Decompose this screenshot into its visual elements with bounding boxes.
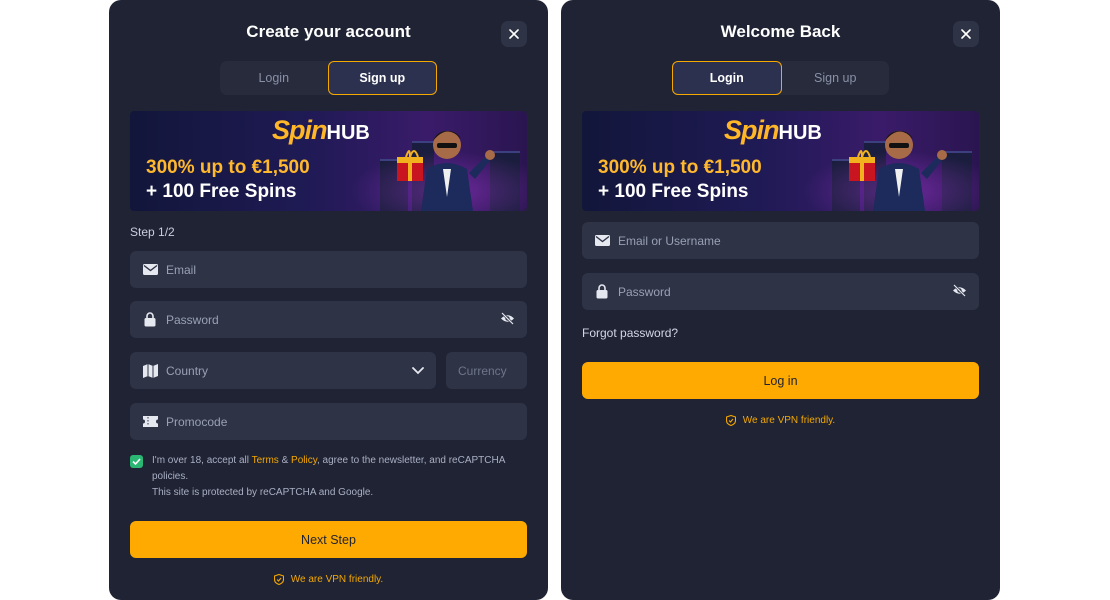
username-field[interactable]: Email or Username <box>582 222 979 259</box>
tab-login[interactable]: Login <box>220 61 328 95</box>
recaptcha-note: This site is protected by reCAPTCHA and … <box>152 487 374 498</box>
country-select[interactable]: Country <box>130 352 436 389</box>
signup-title: Create your account <box>246 22 411 41</box>
currency-placeholder: Currency <box>458 363 507 378</box>
tab-login[interactable]: Login <box>672 61 782 95</box>
close-icon <box>509 29 519 39</box>
signup-close-button[interactable] <box>501 21 527 47</box>
password-placeholder: Password <box>618 284 671 299</box>
promo-banner[interactable]: SpinHUB 300% up to €1,500 + 100 Free Spi… <box>130 111 527 211</box>
eye-off-icon[interactable] <box>500 312 515 328</box>
shield-icon <box>273 574 284 585</box>
login-panel: Welcome Back Login Sign up SpinHUB 300% … <box>561 0 1000 600</box>
consent-checkbox[interactable] <box>130 455 143 468</box>
brand-logo: SpinHUB <box>724 115 822 145</box>
signup-auth-tabs: Login Sign up <box>220 61 437 95</box>
brand-logo: SpinHUB <box>272 115 370 145</box>
login-auth-tabs: Login Sign up <box>672 61 889 95</box>
login-title: Welcome Back <box>720 22 841 41</box>
username-placeholder: Email or Username <box>618 233 721 248</box>
policy-link[interactable]: Policy <box>291 455 317 466</box>
mascot-image <box>397 131 495 211</box>
mail-icon <box>594 233 610 249</box>
shield-icon <box>725 415 736 426</box>
tab-signup[interactable]: Sign up <box>327 61 437 95</box>
vpn-note: We are VPN friendly. <box>109 574 548 585</box>
map-icon <box>142 363 158 379</box>
step-indicator: Step 1/2 <box>130 225 175 239</box>
mascot-image <box>849 131 947 211</box>
tab-signup[interactable]: Sign up <box>782 61 890 95</box>
login-button[interactable]: Log in <box>582 362 979 399</box>
chevron-down-icon <box>412 364 424 378</box>
promocode-placeholder: Promocode <box>166 414 228 429</box>
promo-banner[interactable]: SpinHUB 300% up to €1,500 + 100 Free Spi… <box>582 111 979 211</box>
signup-panel: Create your account Login Sign up SpinHU… <box>109 0 548 600</box>
email-field[interactable]: Email <box>130 251 527 288</box>
next-step-button[interactable]: Next Step <box>130 521 527 558</box>
ticket-icon <box>142 414 158 430</box>
currency-select[interactable]: Currency <box>446 352 527 389</box>
close-icon <box>961 29 971 39</box>
login-close-button[interactable] <box>953 21 979 47</box>
lock-icon <box>142 312 158 328</box>
check-icon <box>132 458 141 465</box>
promocode-field[interactable]: Promocode <box>130 403 527 440</box>
promo-line-1: 300% up to €1,500 <box>598 157 762 178</box>
password-field[interactable]: Password <box>582 273 979 310</box>
password-placeholder: Password <box>166 312 219 327</box>
email-placeholder: Email <box>166 262 197 277</box>
eye-off-icon[interactable] <box>952 284 967 300</box>
consent-text: I'm over 18, accept all Terms & Policy, … <box>152 455 505 498</box>
country-placeholder: Country <box>166 363 209 378</box>
promo-line-1: 300% up to €1,500 <box>146 157 310 178</box>
promo-line-2: + 100 Free Spins <box>146 181 297 202</box>
lock-icon <box>594 284 610 300</box>
terms-link[interactable]: Terms <box>252 455 279 466</box>
promo-line-2: + 100 Free Spins <box>598 181 749 202</box>
mail-icon <box>142 262 158 278</box>
vpn-note: We are VPN friendly. <box>561 415 1000 426</box>
password-field[interactable]: Password <box>130 301 527 338</box>
forgot-password-link[interactable]: Forgot password? <box>582 326 678 340</box>
